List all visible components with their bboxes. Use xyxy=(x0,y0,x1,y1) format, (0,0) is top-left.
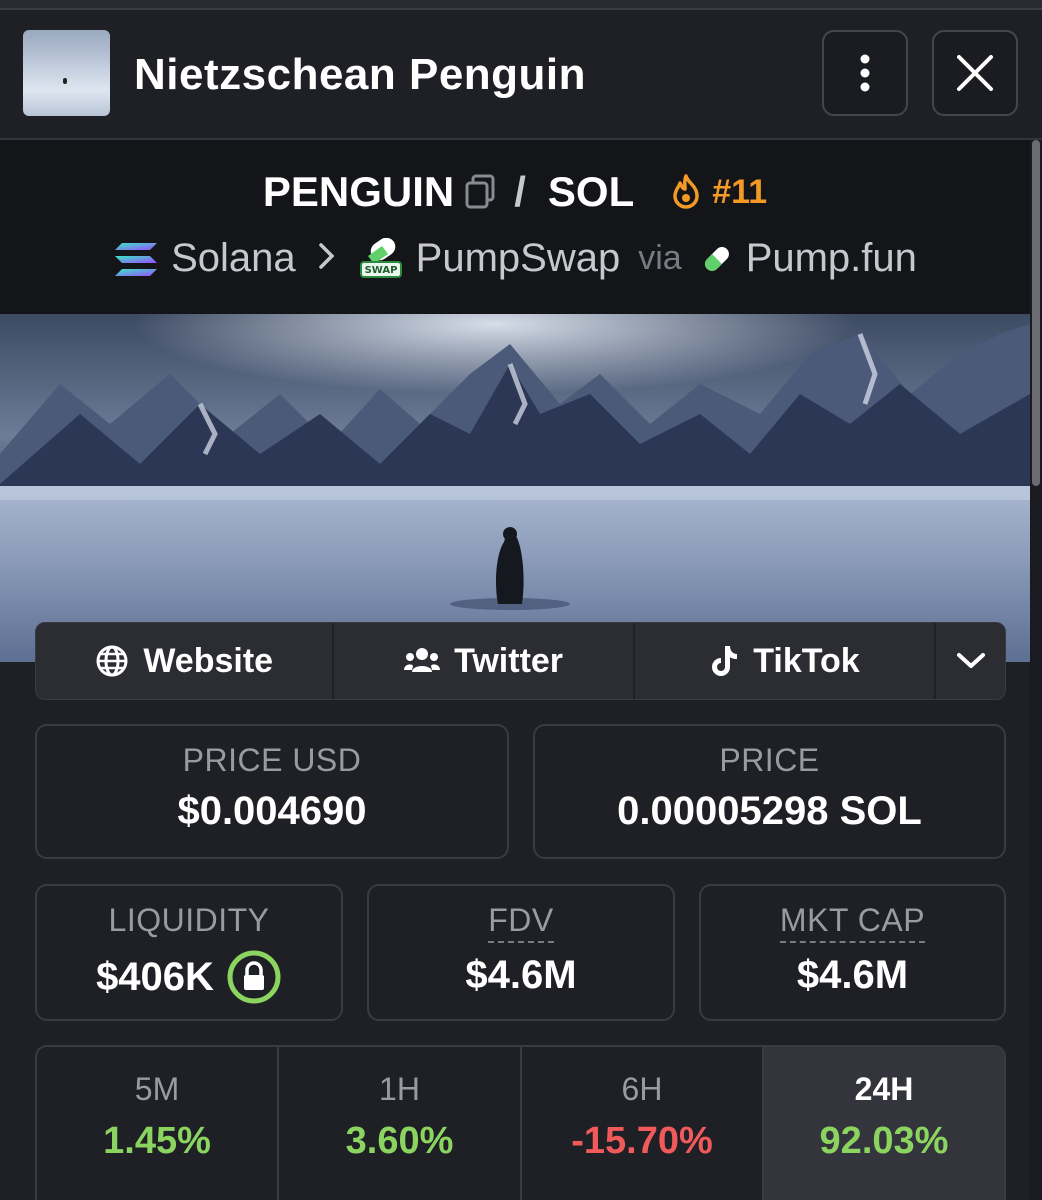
change-label: 6H xyxy=(621,1071,663,1107)
trending-rank: #11 xyxy=(712,172,768,211)
change-value: 92.03% xyxy=(819,1120,949,1162)
quote-symbol: SOL xyxy=(547,168,635,215)
copy-icon[interactable] xyxy=(464,174,496,210)
social-links-bar: Website Twitter TikTok xyxy=(35,622,1006,700)
market-cap-label[interactable]: MKT CAP xyxy=(779,902,926,943)
token-name: Nietzschean Penguin xyxy=(134,50,587,99)
twitter-label: Twitter xyxy=(454,641,564,680)
pumpswap-icon: SWAP xyxy=(358,237,404,280)
fdv-label[interactable]: FDV xyxy=(488,902,554,943)
token-avatar xyxy=(23,30,110,116)
base-symbol: PENGUIN xyxy=(262,168,455,215)
liquidity-label: LIQUIDITY xyxy=(108,902,270,938)
website-button[interactable]: Website xyxy=(36,623,335,699)
website-label: Website xyxy=(143,641,274,680)
market-cap-card: MKT CAP $4.6M xyxy=(699,884,1006,1021)
lock-icon[interactable] xyxy=(226,949,282,1005)
scrollbar-thumb[interactable] xyxy=(1032,140,1040,486)
globe-icon xyxy=(95,644,129,678)
price-usd-card: PRICE USD $0.004690 xyxy=(35,724,509,859)
via-label: via xyxy=(638,239,682,277)
more-socials-button[interactable] xyxy=(936,623,1005,699)
tiktok-label: TikTok xyxy=(753,641,860,680)
price-native-value: 0.00005298 SOL xyxy=(617,789,922,833)
token-header: Nietzschean Penguin xyxy=(0,12,1042,140)
liquidity-value: $406K xyxy=(96,954,214,999)
pill-icon xyxy=(700,242,734,276)
flame-icon xyxy=(670,174,702,210)
liquidity-card: LIQUIDITY $406K xyxy=(35,884,343,1021)
svg-text:SWAP: SWAP xyxy=(364,265,397,276)
price-usd-label: PRICE USD xyxy=(182,742,362,778)
vertical-dots-icon xyxy=(860,54,870,92)
price-native-label: PRICE xyxy=(719,742,820,778)
token-banner-image xyxy=(0,314,1030,662)
change-label: 24H xyxy=(854,1071,914,1107)
fdv-card: FDV $4.6M xyxy=(367,884,675,1021)
close-icon xyxy=(957,55,993,91)
solana-icon xyxy=(113,239,159,279)
twitter-button[interactable]: Twitter xyxy=(334,623,635,699)
tiktok-button[interactable]: TikTok xyxy=(635,623,937,699)
tab-1h[interactable]: 1H 3.60% xyxy=(279,1047,522,1200)
change-label: 5M xyxy=(134,1071,180,1107)
dex-name[interactable]: PumpSwap xyxy=(416,236,621,281)
chain-name[interactable]: Solana xyxy=(171,236,296,281)
launchpad-name[interactable]: Pump.fun xyxy=(746,236,917,281)
price-usd-value: $0.004690 xyxy=(177,789,367,833)
change-value: 3.60% xyxy=(345,1120,454,1162)
close-button[interactable] xyxy=(932,30,1018,116)
change-value: 1.45% xyxy=(103,1120,211,1162)
fdv-value: $4.6M xyxy=(465,953,577,997)
price-change-tabs: 5M 1.45% 1H 3.60% 6H -15.70% 24H 92.03% xyxy=(35,1045,1006,1200)
tab-5m[interactable]: 5M 1.45% xyxy=(37,1047,279,1200)
price-native-card: PRICE 0.00005298 SOL xyxy=(533,724,1006,859)
tiktok-icon xyxy=(709,644,739,678)
more-options-button[interactable] xyxy=(822,30,908,116)
tab-6h[interactable]: 6H -15.70% xyxy=(522,1047,764,1200)
window-top-edge xyxy=(0,0,1042,10)
change-label: 1H xyxy=(379,1071,420,1107)
market-cap-value: $4.6M xyxy=(796,953,909,997)
users-icon xyxy=(404,646,441,676)
chevron-down-icon xyxy=(956,653,985,668)
tab-24h[interactable]: 24H 92.03% xyxy=(764,1047,1004,1200)
chevron-right-icon xyxy=(318,237,336,280)
pair-info: PENGUIN / SOL #11 Solana SWAP PumpSwap v… xyxy=(0,140,1030,314)
change-value: -15.70% xyxy=(571,1120,713,1162)
pair-separator: / xyxy=(514,168,526,215)
